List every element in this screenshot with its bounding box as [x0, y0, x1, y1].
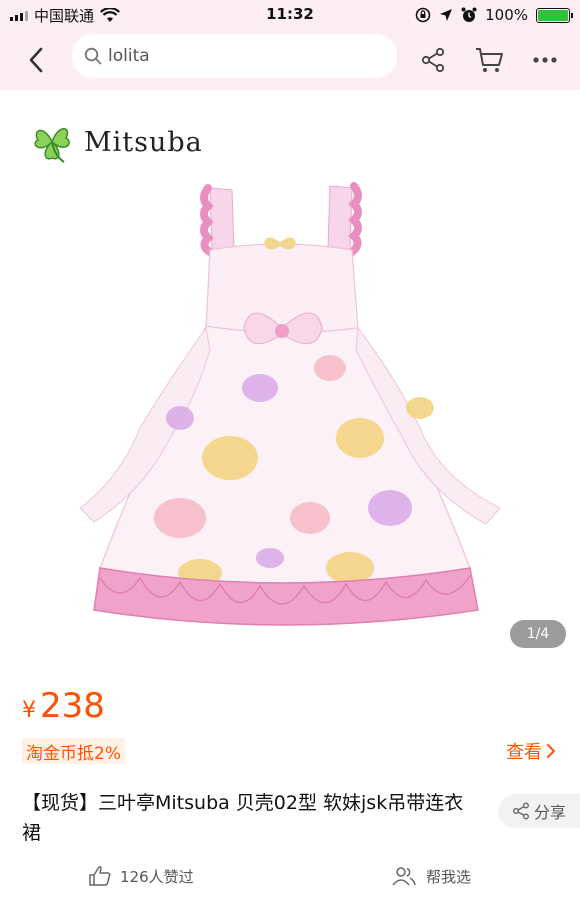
- likes-button[interactable]: 126人赞过: [88, 865, 194, 887]
- people-icon: [392, 867, 416, 886]
- status-right: 100%: [415, 6, 573, 24]
- chevron-left-icon: [29, 47, 43, 73]
- dress-image: [79, 182, 501, 626]
- share-nav-button[interactable]: [415, 42, 451, 78]
- price-value: 238: [40, 686, 105, 726]
- likes-count: 126人赞过: [120, 867, 194, 886]
- battery-percent: 100%: [485, 6, 528, 24]
- share-label: 分享: [533, 803, 566, 822]
- thumbs-up-icon: [89, 866, 111, 886]
- search-input[interactable]: lolita: [72, 34, 397, 78]
- share-icon: [421, 47, 445, 73]
- alarm-icon: [461, 7, 477, 22]
- price: ¥ 238: [22, 686, 105, 726]
- location-icon: [440, 9, 453, 21]
- brand-logo: Mitsuba: [28, 120, 203, 164]
- coin-discount-tag: 淘金币抵2%: [22, 738, 125, 764]
- view-link[interactable]: 查看: [506, 738, 556, 764]
- back-button[interactable]: [18, 42, 54, 78]
- product-title: 【现货】三叶亭Mitsuba 贝壳02型 软妹jsk吊带连衣裙: [22, 792, 464, 844]
- rotation-lock-icon: [415, 7, 431, 23]
- more-button[interactable]: [527, 42, 563, 78]
- cart-icon: [476, 48, 503, 72]
- search-query: lolita: [108, 46, 150, 66]
- nav-bar: lolita: [0, 30, 580, 90]
- status-bar: 中国联通 11:32 100%: [0, 0, 580, 30]
- page-indicator: 1/4: [510, 620, 566, 648]
- chevron-right-icon: [547, 744, 555, 758]
- share-button[interactable]: 分享: [498, 794, 580, 828]
- help-choose-label: 帮我选: [426, 867, 472, 886]
- more-icon: [533, 57, 557, 63]
- share-icon: [512, 802, 529, 820]
- search-icon: [84, 47, 102, 65]
- cart-button[interactable]: [471, 42, 507, 78]
- price-currency: ¥: [22, 698, 36, 723]
- battery-icon: [536, 7, 573, 23]
- engagement-row: 126人赞过 帮我选: [0, 858, 580, 894]
- clover-icon: [34, 128, 70, 163]
- brand-name: Mitsuba: [84, 126, 203, 158]
- help-choose-button[interactable]: 帮我选: [392, 866, 471, 887]
- product-image-gallery[interactable]: Mitsuba 1/4: [0, 90, 580, 668]
- view-link-label: 查看: [506, 742, 542, 763]
